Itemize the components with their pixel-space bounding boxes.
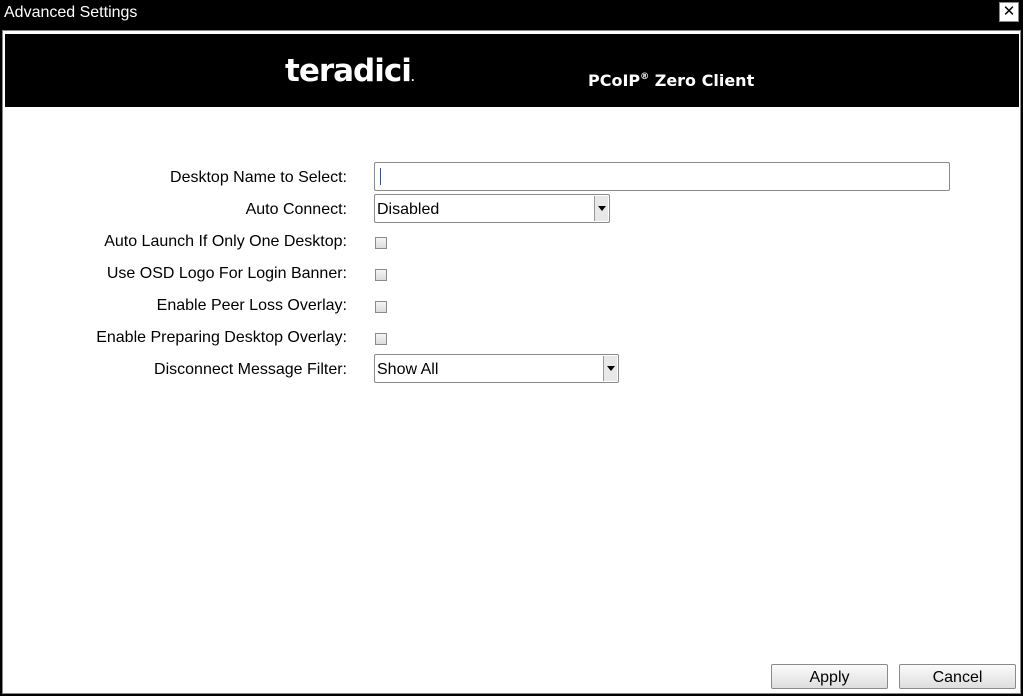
auto-launch-checkbox[interactable] <box>375 237 387 249</box>
desktop-name-label: Desktop Name to Select: <box>170 169 347 186</box>
cancel-button[interactable]: Cancel <box>899 664 1016 689</box>
window-title: Advanced Settings <box>4 4 138 21</box>
preparing-desktop-label: Enable Preparing Desktop Overlay: <box>96 329 347 346</box>
settings-panel: teradici. PCoIP® Zero Client Desktop Nam… <box>2 30 1021 694</box>
disconnect-filter-label: Disconnect Message Filter: <box>154 361 347 378</box>
text-caret <box>380 168 381 185</box>
chevron-down-icon[interactable] <box>594 196 608 221</box>
preparing-desktop-checkbox[interactable] <box>375 333 387 345</box>
osd-logo-checkbox[interactable] <box>375 269 387 281</box>
auto-connect-value: Disabled <box>377 201 440 218</box>
product-name: PCoIP® Zero Client <box>588 71 755 90</box>
apply-button[interactable]: Apply <box>771 664 888 689</box>
chevron-down-icon[interactable] <box>603 356 617 381</box>
advanced-settings-window: Advanced Settings ✕ teradici. PCoIP® Zer… <box>0 0 1023 696</box>
auto-launch-label: Auto Launch If Only One Desktop: <box>104 233 347 250</box>
teradici-logo: teradici. <box>285 53 415 89</box>
peer-loss-label: Enable Peer Loss Overlay: <box>156 297 347 314</box>
header-banner: teradici. PCoIP® Zero Client <box>5 34 1019 107</box>
disconnect-filter-value: Show All <box>377 361 439 378</box>
close-icon: ✕ <box>1002 2 1016 20</box>
title-bar: Advanced Settings ✕ <box>0 0 1023 27</box>
disconnect-filter-select[interactable]: Show All <box>374 354 619 383</box>
peer-loss-checkbox[interactable] <box>375 301 387 313</box>
auto-connect-label: Auto Connect: <box>245 201 347 218</box>
desktop-name-input[interactable] <box>374 162 950 191</box>
auto-connect-select[interactable]: Disabled <box>374 194 610 223</box>
osd-logo-label: Use OSD Logo For Login Banner: <box>106 265 347 282</box>
close-button[interactable]: ✕ <box>999 2 1019 22</box>
